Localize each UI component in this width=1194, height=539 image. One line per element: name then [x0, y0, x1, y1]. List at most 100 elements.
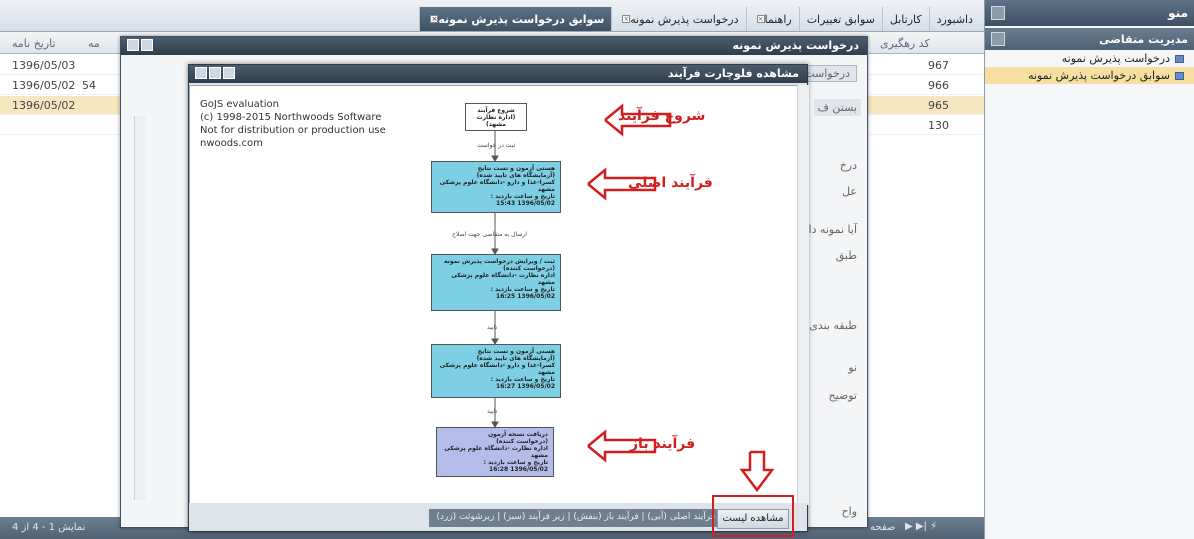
node-line: شروع فرآیند — [477, 107, 515, 114]
field-label: واح — [841, 505, 857, 518]
close-form-button[interactable]: بستن ف — [813, 99, 861, 116]
node-line: (آزمایشگاه های تایید شده) — [476, 355, 555, 362]
node-line: تاریخ و ساعت بازدید : — [483, 459, 548, 466]
pager-next-icon[interactable]: ▶ ▶| ⚡ — [905, 521, 937, 532]
field-label: توضیح — [828, 389, 857, 402]
cell-tracking: 965 — [928, 99, 949, 112]
node-line: اداره نظارت -دانشگاه علوم پزشکی مشهد — [444, 445, 548, 459]
sidebar-title: منو — [1168, 6, 1188, 20]
sidebar: منو مدیریت متقاضی درخواست پذیرش نمونه سو… — [984, 0, 1194, 539]
flow-node-test[interactable]: هستی آزمون و تست نتایج (آزمایشگاه های تا… — [431, 344, 561, 398]
tab-dashboard[interactable]: داشبورد — [928, 7, 980, 31]
node-line: هستی آزمون و تست نتایج — [477, 165, 555, 172]
tab-label: درخواست پذیرش نمونه — [630, 12, 739, 26]
node-line: دریافت نسخه آزمون — [488, 431, 548, 438]
close-icon[interactable]: × — [430, 15, 439, 23]
tab-change-history[interactable]: سوابق تغییرات — [798, 7, 882, 31]
restore-icon[interactable] — [209, 67, 221, 79]
node-line: ثبت / ویرایش درخواست پذیرش نمونه — [443, 258, 555, 265]
sidebar-section-label: مدیریت متقاضی — [1099, 32, 1188, 46]
section-toggle-icon[interactable] — [991, 32, 1005, 46]
node-line: (آزمایشگاه های تایید شده) — [476, 172, 555, 179]
record-count: نمایش 1 - 4 از 4 — [12, 522, 86, 533]
column-header-tracking[interactable]: کد رهگیری — [880, 37, 930, 50]
tab-label: داشبورد — [936, 12, 973, 26]
tab-sample-request-history[interactable]: سوابق درخواست پذیرش نمونه × — [419, 7, 612, 31]
close-icon[interactable] — [141, 39, 153, 51]
flow-node-start[interactable]: شروع فرآیند (اداره نظارت مشهد) — [465, 103, 527, 131]
tab-help[interactable]: راهنما × — [745, 7, 799, 31]
edge-label: تایید — [487, 324, 498, 331]
collapse-icon[interactable] — [991, 6, 1005, 20]
dialog-title-bar: درخواست پذیرش نمونه — [121, 37, 867, 55]
window-controls — [195, 67, 235, 79]
tab-bar: داشبورد کارتابل سوابق تغییرات راهنما × در… — [0, 0, 984, 32]
minimize-icon[interactable] — [195, 67, 207, 79]
callout-main: فرآیند اصلی — [628, 175, 713, 191]
field-label: طبقه بندی — [809, 319, 857, 332]
window-controls — [127, 39, 153, 51]
maximize-icon[interactable] — [127, 39, 139, 51]
cell-tracking: 967 — [928, 59, 949, 72]
node-line: 1396/05/02 16:25 — [496, 293, 555, 300]
cell-date: 1396/05/02 — [12, 79, 76, 92]
node-line: اداره نظارت -دانشگاه علوم پزشکی مشهد — [451, 272, 555, 286]
document-icon — [1175, 71, 1184, 80]
close-icon[interactable]: × — [756, 15, 765, 23]
legend-bar: فرآیند اصلی (آبی) | فرآیند باز (بنفش) | … — [429, 509, 719, 527]
sidebar-section[interactable]: مدیریت متقاضی — [985, 28, 1194, 50]
dialog-title: درخواست پذیرش نمونه — [732, 39, 859, 52]
highlight-box — [712, 495, 794, 537]
node-line: هستی آزمون و تست نتایج — [477, 348, 555, 355]
cell-tracking: 130 — [928, 119, 949, 132]
tab-label: کارتابل — [889, 12, 922, 26]
field-label: طبق — [835, 249, 857, 262]
sidebar-item-label: درخواست پذیرش نمونه — [1061, 52, 1170, 65]
node-line: (درخواست کننده) — [496, 438, 548, 445]
node-line: تاریخ و ساعت بازدید : — [490, 193, 555, 200]
column-header-partial[interactable]: مه — [88, 37, 100, 50]
sidebar-header: منو — [985, 0, 1194, 26]
close-icon[interactable]: × — [622, 15, 631, 23]
canvas-scrollbar[interactable] — [797, 85, 809, 505]
tab-label: سوابق تغییرات — [806, 12, 875, 26]
page-label: صفحه — [870, 522, 896, 533]
node-line: تاریخ و ساعت بازدید : — [490, 286, 555, 293]
tab-label: راهنما — [764, 12, 792, 26]
sidebar-item-label: سوابق درخواست پذیرش نمونه — [1028, 69, 1170, 82]
cell-date: 1396/05/02 — [12, 99, 76, 112]
flowchart-dialog: مشاهده فلوچارت فرآیند GoJS evaluation (c… — [188, 64, 809, 532]
tab-cartable[interactable]: کارتابل — [881, 7, 929, 31]
close-icon[interactable] — [223, 67, 235, 79]
flow-node-main[interactable]: هستی آزمون و تست نتایج (آزمایشگاه های تا… — [431, 161, 561, 213]
sidebar-item-request[interactable]: درخواست پذیرش نمونه — [985, 50, 1194, 67]
tab-label: سوابق درخواست پذیرش نمونه — [438, 12, 605, 26]
flowchart-title-bar: مشاهده فلوچارت فرآیند — [189, 65, 807, 83]
flow-node-edit[interactable]: ثبت / ویرایش درخواست پذیرش نمونه (درخواس… — [431, 254, 561, 311]
node-line: 1396/05/02 16:27 — [496, 383, 555, 390]
column-header-letter-date[interactable]: تاریخ نامه — [12, 37, 56, 50]
callout-start: شروع فرآیند — [618, 108, 706, 124]
field-label: عل — [842, 185, 857, 198]
edge-label: تایید — [487, 408, 498, 415]
edge-label: ارسال به متقاضی جهت اصلاح — [452, 231, 527, 238]
flow-node-open[interactable]: دریافت نسخه آزمون (درخواست کننده) اداره … — [436, 427, 554, 477]
cell-partial: 54 — [82, 79, 96, 92]
node-line: (درخواست کننده) — [503, 265, 555, 272]
sidebar-item-history[interactable]: سوابق درخواست پذیرش نمونه — [985, 67, 1194, 84]
edge-label: ثبت در خواست — [477, 142, 516, 149]
field-label: درخ — [839, 159, 857, 172]
flowchart-canvas[interactable]: GoJS evaluation (c) 1998-2015 Northwoods… — [189, 85, 799, 505]
scrollbar[interactable] — [134, 116, 146, 500]
node-line: تاریخ و ساعت بازدید : — [490, 376, 555, 383]
node-line: 1396/05/02 16:28 — [489, 466, 548, 473]
field-label: آیا نمونه دار — [803, 223, 857, 236]
tab-sample-request[interactable]: درخواست پذیرش نمونه × — [611, 7, 745, 31]
node-line: (اداره نظارت مشهد) — [476, 114, 516, 128]
node-line: 1396/05/02 15:43 — [496, 200, 555, 207]
cell-date: 1396/05/03 — [12, 59, 76, 72]
node-line: کسرا-غذا و دارو -دانشگاه علوم پزشکی مشهد — [439, 362, 555, 376]
document-icon — [1175, 54, 1184, 63]
flowchart-title: مشاهده فلوچارت فرآیند — [667, 67, 799, 80]
field-label: نو — [848, 361, 857, 374]
